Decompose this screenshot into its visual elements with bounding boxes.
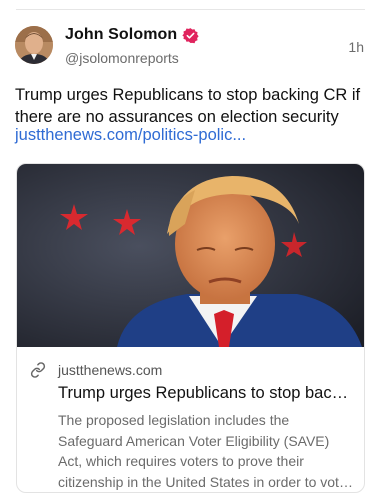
avatar[interactable] bbox=[15, 26, 53, 64]
link-domain-row: justthenews.com bbox=[30, 362, 162, 378]
post-text: Trump urges Republicans to stop backing … bbox=[15, 86, 361, 126]
link-icon bbox=[30, 362, 46, 378]
post[interactable]: John Solomon @jsolomonreports 1h Trump u… bbox=[0, 0, 381, 500]
author-display-name[interactable]: John Solomon bbox=[65, 26, 177, 44]
author-handle[interactable]: @jsolomonreports bbox=[65, 50, 199, 66]
name-row: John Solomon bbox=[65, 26, 199, 44]
avatar-image bbox=[15, 26, 53, 64]
link-preview-card[interactable]: justthenews.com Trump urges Republicans … bbox=[16, 163, 365, 493]
link-domain: justthenews.com bbox=[58, 362, 163, 378]
link-preview-image bbox=[17, 164, 364, 347]
post-link[interactable]: justthenews.com/politics-polic... bbox=[15, 126, 246, 145]
post-timestamp[interactable]: 1h bbox=[348, 39, 364, 55]
link-description: The proposed legislation includes the Sa… bbox=[58, 412, 347, 490]
post-header: John Solomon @jsolomonreports 1h bbox=[15, 26, 367, 68]
link-title[interactable]: Trump urges Republicans to stop backing … bbox=[58, 384, 354, 403]
author-block: John Solomon @jsolomonreports bbox=[65, 26, 199, 66]
verified-badge-icon bbox=[182, 27, 199, 43]
